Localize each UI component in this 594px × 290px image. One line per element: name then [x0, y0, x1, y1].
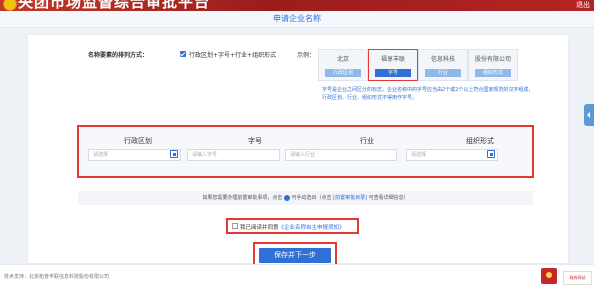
example-box-tradename: 福享丰联 字号 — [368, 49, 418, 81]
side-collapse-tab[interactable] — [584, 104, 594, 126]
gov-site-badge[interactable]: 政府网站 — [563, 271, 592, 285]
save-next-button[interactable]: 保存并下一步 — [259, 248, 331, 263]
order-option-text: 行政区划+字号+行业+组织形式 — [189, 52, 277, 59]
hint-text: 如果您需要办理前置审批事项，点击 可手动选出（点击 [前置审批目录] 可查看详细… — [78, 194, 533, 201]
national-emblem-icon — [3, 0, 17, 11]
example-chars: 信息科技 — [430, 56, 455, 63]
example-tag: 行政区划 — [325, 69, 361, 77]
pre-approval-catalog-link[interactable]: [前置审批目录] — [333, 195, 367, 201]
orgform-picker-icon[interactable] — [487, 150, 495, 158]
tech-support-text: 技术支持：北京拓普丰联信息科技股份有限公司 — [4, 274, 110, 280]
top-banner: 央团市场监督综合审批平台 退出 — [0, 0, 594, 11]
agreement-checkbox[interactable] — [232, 223, 238, 229]
agreement-link[interactable]: 《企业名称自主申报须知》 — [279, 225, 345, 231]
agreement-row: 我已阅读并同意《企业名称自主申报须知》 — [226, 218, 359, 234]
footer: 技术支持：北京拓普丰联信息科技股份有限公司 — [0, 264, 594, 290]
field-label-tradename: 字号 — [248, 137, 262, 145]
region-select[interactable]: 请选择 — [88, 149, 181, 161]
example-box-orgform: 股份有限公司 组织形式 — [468, 49, 518, 81]
page-title-bar: 申请企业名称 — [0, 11, 594, 28]
industry-input[interactable]: 请输入行业 — [285, 149, 397, 161]
tradename-input[interactable]: 请输入字号 — [187, 149, 280, 161]
region-picker-icon[interactable] — [170, 150, 178, 158]
order-checkbox[interactable] — [180, 51, 186, 57]
example-tag: 组织形式 — [475, 69, 511, 77]
field-label-region: 行政区划 — [124, 137, 152, 145]
example-box-industry: 信息科技 行业 — [418, 49, 468, 81]
field-label-industry: 行业 — [360, 137, 374, 145]
agreement-prefix: 我已阅读并同意 — [240, 225, 279, 231]
example-chars: 福享丰联 — [380, 56, 405, 63]
add-circle-icon[interactable] — [283, 194, 290, 201]
hint-mid: 可手动选出（点击 — [291, 195, 332, 201]
pre-approval-hint: 如果您需要办理前置审批事项，点击 可手动选出（点击 [前置审批目录] 可查看详细… — [78, 191, 533, 205]
tradename-note: 字号是企业之间区分的标志，企业名称中的字号应当由2个或2个以上符合国家规范的汉字… — [322, 87, 534, 101]
logout-link[interactable]: 退出 — [576, 0, 590, 10]
example-label: 示例： — [297, 52, 316, 59]
site-title: 央团市场监督综合审批平台 — [18, 0, 211, 11]
example-chars: 北京 — [336, 56, 349, 63]
orgform-select[interactable]: 请选择 — [406, 149, 498, 161]
hint-suffix: 可查看详细信息） — [368, 195, 409, 201]
example-tag: 字号 — [375, 69, 411, 77]
order-label: 名称要素的排列方式： — [88, 52, 149, 59]
gov-badge-icon[interactable] — [541, 268, 557, 284]
agreement-text: 我已阅读并同意《企业名称自主申报须知》 — [240, 223, 345, 231]
page-title: 申请企业名称 — [273, 14, 321, 23]
example-chars: 股份有限公司 — [474, 56, 511, 63]
hint-prefix: 如果您需要办理前置审批事项，点击 — [202, 195, 283, 201]
field-label-orgform: 组织形式 — [466, 137, 494, 145]
example-box-region: 北京 行政区划 — [318, 49, 368, 81]
example-tag: 行业 — [425, 69, 461, 77]
